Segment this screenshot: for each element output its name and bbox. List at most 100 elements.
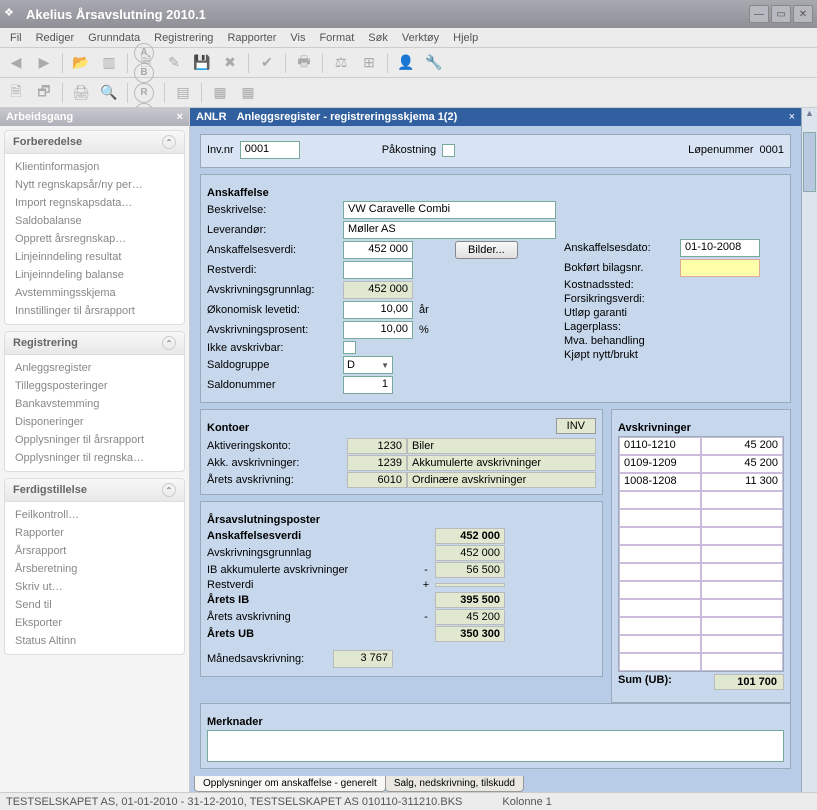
sidebar-item[interactable]: Saldobalanse xyxy=(7,212,182,230)
menu-verktøy[interactable]: Verktøy xyxy=(396,30,445,46)
bokfnr-field[interactable] xyxy=(680,259,760,277)
status-left: TESTSELSKAPET AS, 01-01-2010 - 31-12-201… xyxy=(6,796,462,808)
menu-rediger[interactable]: Rediger xyxy=(30,30,81,46)
maximize-button[interactable]: ▭ xyxy=(771,5,791,23)
saldogruppe-select[interactable]: D▼ xyxy=(343,356,393,374)
sidebar-close-icon[interactable]: × xyxy=(177,111,183,123)
chevron-up-icon[interactable]: ⌃ xyxy=(162,483,176,497)
sidebar-item[interactable]: Opprett årsregnskap… xyxy=(7,230,182,248)
chevron-up-icon[interactable]: ⌃ xyxy=(162,135,176,149)
sidebar-item[interactable]: Disponeringer xyxy=(7,413,182,431)
back-icon[interactable]: ◀ xyxy=(4,51,28,75)
avskrprosent-field[interactable]: 10,00 xyxy=(343,321,413,339)
beskrivelse-field[interactable]: VW Caravelle Combi xyxy=(343,201,556,219)
chevron-up-icon[interactable]: ⌃ xyxy=(162,336,176,350)
restverdi-field[interactable] xyxy=(343,261,413,279)
sidebar-item[interactable]: Anleggsregister xyxy=(7,359,182,377)
doc2-icon[interactable]: 🗎 xyxy=(4,81,28,105)
sidebar-header: Arbeidsgang × xyxy=(0,108,189,126)
menu-vis[interactable]: Vis xyxy=(284,30,311,46)
inv-button[interactable]: INV xyxy=(556,418,596,434)
anskaffelse-heading: Anskaffelse xyxy=(207,187,784,199)
save-icon[interactable]: 💾 xyxy=(190,51,214,75)
toolbar-letter-r[interactable]: R xyxy=(134,83,154,103)
sidebar-item[interactable]: Bankavstemming xyxy=(7,395,182,413)
doc-close-icon[interactable]: × xyxy=(789,111,795,123)
arsposter-group: Årsavslutningsposter Anskaffelsesverdi45… xyxy=(200,501,603,677)
minimize-button[interactable]: — xyxy=(749,5,769,23)
sidebar-item[interactable]: Send til xyxy=(7,596,182,614)
avk-empty xyxy=(701,563,783,581)
user-icon[interactable]: 👤 xyxy=(394,51,418,75)
check-icon[interactable]: ✔ xyxy=(255,51,279,75)
saldonummer-field[interactable]: 1 xyxy=(343,376,393,394)
panel-header[interactable]: Ferdigstillelse⌃ xyxy=(5,479,184,502)
sidebar-item[interactable]: Årsberetning xyxy=(7,560,182,578)
close-button[interactable]: ✕ xyxy=(793,5,813,23)
tree-icon[interactable]: ⊞ xyxy=(357,51,381,75)
search-icon[interactable]: 🔍 xyxy=(97,81,121,105)
kontoer-group: Kontoer INV Aktiveringskonto:1230BilerAk… xyxy=(200,409,603,495)
delete-icon[interactable]: ✖ xyxy=(218,51,242,75)
status-bar: TESTSELSKAPET AS, 01-01-2010 - 31-12-201… xyxy=(0,792,817,810)
menu-hjelp[interactable]: Hjelp xyxy=(447,30,484,46)
avk-period: 1008-1208 xyxy=(619,473,701,491)
stack-icon[interactable]: ▤ xyxy=(171,81,195,105)
menu-rapporter[interactable]: Rapporter xyxy=(221,30,282,46)
menu-registrering[interactable]: Registrering xyxy=(148,30,219,46)
forward-icon[interactable]: ▶ xyxy=(32,51,56,75)
bilder-button[interactable]: Bilder... xyxy=(455,241,518,259)
open-icon[interactable]: 📂 xyxy=(69,51,93,75)
menu-format[interactable]: Format xyxy=(313,30,360,46)
ikkeavskr-label: Ikke avskrivbar: xyxy=(207,342,337,354)
print-icon[interactable]: 🖶 xyxy=(292,51,316,75)
sidebar-item[interactable]: Klientinformasjon xyxy=(7,158,182,176)
sidebar-item[interactable]: Status Altinn xyxy=(7,632,182,650)
sidebar-item[interactable]: Rapporter xyxy=(7,524,182,542)
new-icon[interactable]: ▥ xyxy=(97,51,121,75)
bottom-tab[interactable]: Salg, nedskrivning, tilskudd xyxy=(385,776,524,792)
print2-icon[interactable]: 🖨 xyxy=(69,81,93,105)
sidebar-item[interactable]: Avstemmingsskjema xyxy=(7,284,182,302)
sidebar-item[interactable]: Opplysninger til årsrapport xyxy=(7,431,182,449)
sidebar-item[interactable]: Innstillinger til årsrapport xyxy=(7,302,182,320)
merknader-label: Merknader xyxy=(207,716,784,728)
menu-søk[interactable]: Søk xyxy=(362,30,394,46)
sidebar-item[interactable]: Import regnskapsdata… xyxy=(7,194,182,212)
avk-empty xyxy=(701,653,783,671)
tools-icon[interactable]: 🔧 xyxy=(422,51,446,75)
sidebar-item[interactable]: Nytt regnskapsår/ny per… xyxy=(7,176,182,194)
grid1-icon[interactable]: ▦ xyxy=(208,81,232,105)
bottom-tab[interactable]: Opplysninger om anskaffelse - generelt xyxy=(194,776,386,792)
balance-icon[interactable]: ⚖ xyxy=(329,51,353,75)
toolbar-letter-b[interactable]: B xyxy=(134,63,154,83)
sidebar-item[interactable]: Skriv ut… xyxy=(7,578,182,596)
sidebar-item[interactable]: Linjeinndeling balanse xyxy=(7,266,182,284)
sidebar-item[interactable]: Linjeinndeling resultat xyxy=(7,248,182,266)
sidebar-item[interactable]: Opplysninger til regnska… xyxy=(7,449,182,467)
sidebar-item[interactable]: Eksporter xyxy=(7,614,182,632)
panel-header[interactable]: Forberedelse⌃ xyxy=(5,131,184,154)
panel-header[interactable]: Registrering⌃ xyxy=(5,332,184,355)
avk-value: 45 200 xyxy=(701,437,783,455)
merknader-field[interactable] xyxy=(207,730,784,762)
invnr-field[interactable]: 0001 xyxy=(240,141,300,159)
menu-fil[interactable]: Fil xyxy=(4,30,28,46)
ikkeavskr-checkbox[interactable] xyxy=(343,341,356,354)
overlap-icon[interactable]: 🗗 xyxy=(32,81,56,105)
sidebar-item[interactable]: Årsrapport xyxy=(7,542,182,560)
leverandor-field[interactable]: Møller AS xyxy=(343,221,556,239)
header-group: Inv.nr 0001 Påkostning Løpenummer 0001 xyxy=(200,134,791,168)
edit-icon[interactable]: ✎ xyxy=(162,51,186,75)
lopenummer-value: 0001 xyxy=(760,144,784,156)
vertical-scrollbar[interactable]: ▲ xyxy=(801,108,817,792)
anskverdi-field[interactable]: 452 000 xyxy=(343,241,413,259)
sidebar-item[interactable]: Tilleggsposteringer xyxy=(7,377,182,395)
anskdato-field[interactable]: 01-10-2008 xyxy=(680,239,760,257)
oklevetid-field[interactable]: 10,00 xyxy=(343,301,413,319)
sidebar-item[interactable]: Feilkontroll… xyxy=(7,506,182,524)
konto-label: Akk. avskrivninger: xyxy=(207,455,347,471)
toolbar-letter-a[interactable]: A xyxy=(134,43,154,63)
pakostning-checkbox[interactable] xyxy=(442,144,455,157)
grid2-icon[interactable]: ▦ xyxy=(236,81,260,105)
